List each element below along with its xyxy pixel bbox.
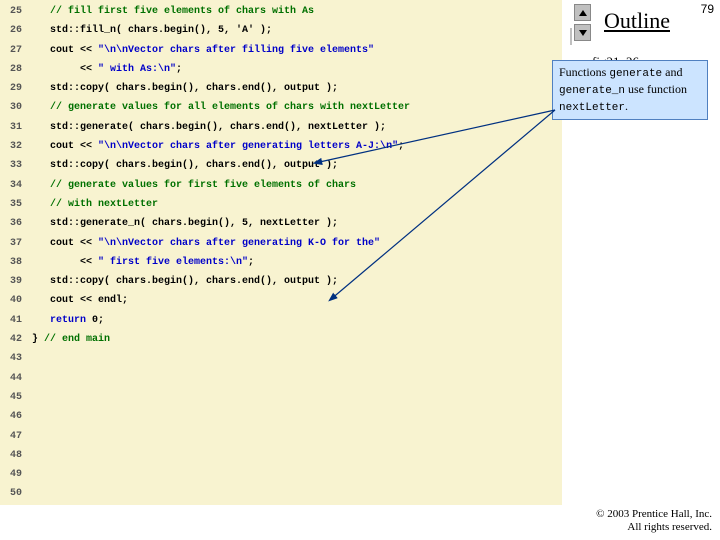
line-number: 45: [0, 388, 26, 407]
line-gutter: 25 26 27 28 29 30 31 32 33 34 35 36 37 3…: [0, 0, 26, 505]
code-body: // fill first five elements of chars wit…: [26, 0, 562, 505]
slide: 25 26 27 28 29 30 31 32 33 34 35 36 37 3…: [0, 0, 720, 540]
code-line: } // end main: [32, 330, 562, 349]
line-number: 37: [0, 234, 26, 253]
code-line: std::generate( chars.begin(), chars.end(…: [32, 118, 562, 137]
line-number: 28: [0, 60, 26, 79]
code-line: std::generate_n( chars.begin(), 5, nextL…: [32, 214, 562, 233]
line-number: 41: [0, 311, 26, 330]
code-panel: 25 26 27 28 29 30 31 32 33 34 35 36 37 3…: [0, 0, 562, 505]
chevron-down-icon: [579, 30, 587, 36]
code-line: cout << "\n\nVector chars after generati…: [32, 137, 562, 156]
line-number: 47: [0, 427, 26, 446]
line-number: 36: [0, 214, 26, 233]
line-number: 33: [0, 156, 26, 175]
code-line: // generate values for first five elemen…: [32, 176, 562, 195]
code-line: std::copy( chars.begin(), chars.end(), o…: [32, 79, 562, 98]
code-line: cout << endl;: [32, 291, 562, 310]
code-line: << " with As:\n";: [32, 60, 562, 79]
code-line: // with nextLetter: [32, 195, 562, 214]
code-line: cout << "\n\nVector chars after filling …: [32, 41, 562, 60]
line-number: 38: [0, 253, 26, 272]
line-number: 27: [0, 41, 26, 60]
line-number: 35: [0, 195, 26, 214]
line-number: 32: [0, 137, 26, 156]
code-line: // fill first five elements of chars wit…: [32, 2, 562, 21]
code-line: return 0;: [32, 311, 562, 330]
chevron-up-icon: [579, 10, 587, 16]
line-number: 49: [0, 465, 26, 484]
scroll-up-button[interactable]: [574, 4, 591, 21]
line-number: 29: [0, 79, 26, 98]
code-line: << " first five elements:\n";: [32, 253, 562, 272]
outline-panel: 79 Outline fig21_26.cpp Functions genera…: [562, 0, 720, 540]
line-number: 50: [0, 484, 26, 503]
line-number: 43: [0, 349, 26, 368]
code-line: std::copy( chars.begin(), chars.end(), o…: [32, 272, 562, 291]
scroll-down-button[interactable]: [574, 24, 591, 41]
outline-heading: Outline: [604, 8, 670, 34]
line-number: 48: [0, 446, 26, 465]
line-number: 31: [0, 118, 26, 137]
line-number: 40: [0, 291, 26, 310]
line-number: 25: [0, 2, 26, 21]
line-number: 42: [0, 330, 26, 349]
line-number: 34: [0, 176, 26, 195]
copyright: © 2003 Prentice Hall, Inc. All rights re…: [596, 508, 712, 534]
code-line: std::copy( chars.begin(), chars.end(), o…: [32, 156, 562, 175]
code-line: std::fill_n( chars.begin(), 5, 'A' );: [32, 21, 562, 40]
copyright-line: All rights reserved.: [596, 521, 712, 534]
copyright-line: © 2003 Prentice Hall, Inc.: [596, 508, 712, 521]
callout-box: Functions generate and generate_n use fu…: [552, 60, 708, 120]
line-number: 30: [0, 98, 26, 117]
slide-number: 79: [701, 2, 714, 16]
code-line: cout << "\n\nVector chars after generati…: [32, 234, 562, 253]
line-number: 46: [0, 407, 26, 426]
line-number: 26: [0, 21, 26, 40]
line-number: 39: [0, 272, 26, 291]
line-number: 44: [0, 369, 26, 388]
code-line: // generate values for all elements of c…: [32, 98, 562, 117]
